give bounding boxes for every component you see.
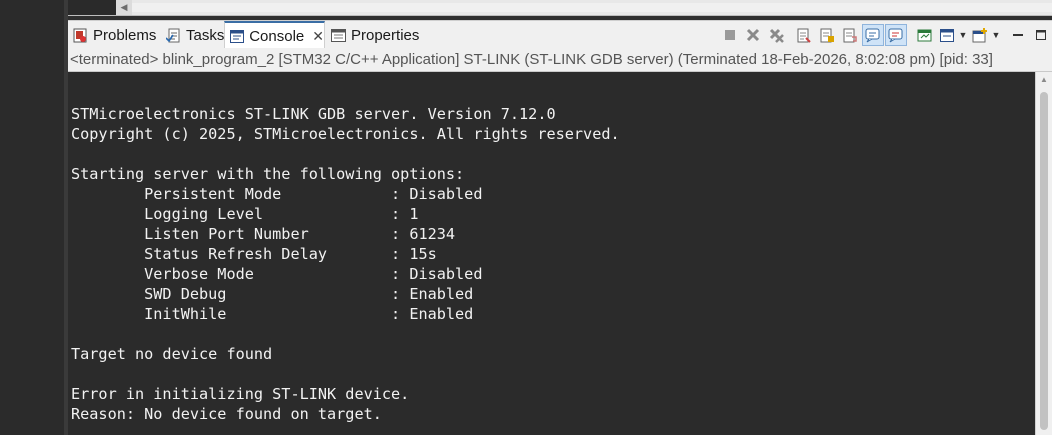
tab-label: Console — [249, 27, 305, 45]
console-line: Reason: No device found on target. — [71, 405, 382, 423]
tab-label: Problems — [93, 26, 157, 44]
chevron-down-icon[interactable]: ▼ — [991, 24, 1001, 46]
close-icon[interactable]: ✕ — [312, 28, 324, 45]
console-line: Listen Port Number : 61234 — [71, 225, 456, 243]
console-line: STMicroelectronics ST-LINK GDB server. V… — [71, 105, 556, 123]
remove-launch-icon[interactable] — [742, 24, 764, 46]
show-on-stderr-icon[interactable] — [885, 24, 907, 46]
problems-icon — [72, 27, 88, 43]
tasks-icon — [165, 27, 181, 43]
open-console-icon[interactable] — [969, 24, 991, 46]
console-line: Copyright (c) 2025, STMicroelectronics. … — [71, 125, 620, 143]
console-line: Status Refresh Delay : 15s — [71, 245, 437, 263]
display-console-icon[interactable] — [936, 24, 958, 46]
tab-tasks[interactable]: Tasks — [165, 21, 224, 49]
left-gutter — [0, 0, 65, 435]
pin-console-icon[interactable] — [913, 24, 935, 46]
tab-label: Tasks — [186, 26, 225, 44]
show-on-stdout-icon[interactable] — [862, 24, 884, 46]
scroll-lock-icon[interactable] — [816, 24, 838, 46]
clear-console-icon[interactable] — [793, 24, 815, 46]
console-line: Verbose Mode : Disabled — [71, 265, 483, 283]
horizontal-scrollbar[interactable] — [132, 3, 1052, 12]
console-toolbar: ▼ ▼ — [718, 23, 1052, 47]
scroll-thumb[interactable] — [1040, 92, 1048, 430]
tab-properties[interactable]: Properties — [330, 21, 419, 49]
tab-problems[interactable]: Problems — [72, 21, 156, 49]
console-icon — [229, 28, 244, 44]
console-line: SWD Debug : Enabled — [71, 285, 474, 303]
console-text: STMicroelectronics ST-LINK GDB server. V… — [71, 104, 620, 424]
remove-all-terminated-icon[interactable] — [765, 24, 787, 46]
console-line: Starting server with the following optio… — [71, 165, 465, 183]
minimize-icon[interactable] — [1007, 24, 1029, 46]
console-line: Target no device found — [71, 345, 273, 363]
editor-dark-block — [68, 0, 116, 15]
console-output[interactable]: STMicroelectronics ST-LINK GDB server. V… — [68, 72, 1035, 435]
terminate-icon[interactable] — [719, 24, 741, 46]
word-wrap-icon[interactable] — [839, 24, 861, 46]
scroll-up-icon[interactable]: ▲ — [1036, 72, 1052, 88]
tab-console[interactable]: Console ✕ — [224, 21, 325, 49]
properties-icon — [330, 27, 346, 43]
tab-label: Properties — [351, 26, 420, 44]
console-line: Error in initializing ST-LINK device. — [71, 385, 410, 403]
console-line: Persistent Mode : Disabled — [71, 185, 483, 203]
view-tab-bar: Problems Tasks Console ✕ Properties ▼ ▼ — [68, 20, 1052, 49]
editor-area-remnant: ◀ — [68, 0, 1052, 16]
console-line: InitWhile : Enabled — [71, 305, 474, 323]
vertical-scrollbar[interactable]: ▲ — [1035, 72, 1052, 435]
console-process-status: <terminated> blink_program_2 [STM32 C/C+… — [68, 48, 1052, 72]
horizontal-scroll-left-icon[interactable]: ◀ — [116, 0, 132, 15]
chevron-down-icon[interactable]: ▼ — [958, 24, 968, 46]
console-line: Logging Level : 1 — [71, 205, 419, 223]
maximize-icon[interactable] — [1030, 24, 1052, 46]
